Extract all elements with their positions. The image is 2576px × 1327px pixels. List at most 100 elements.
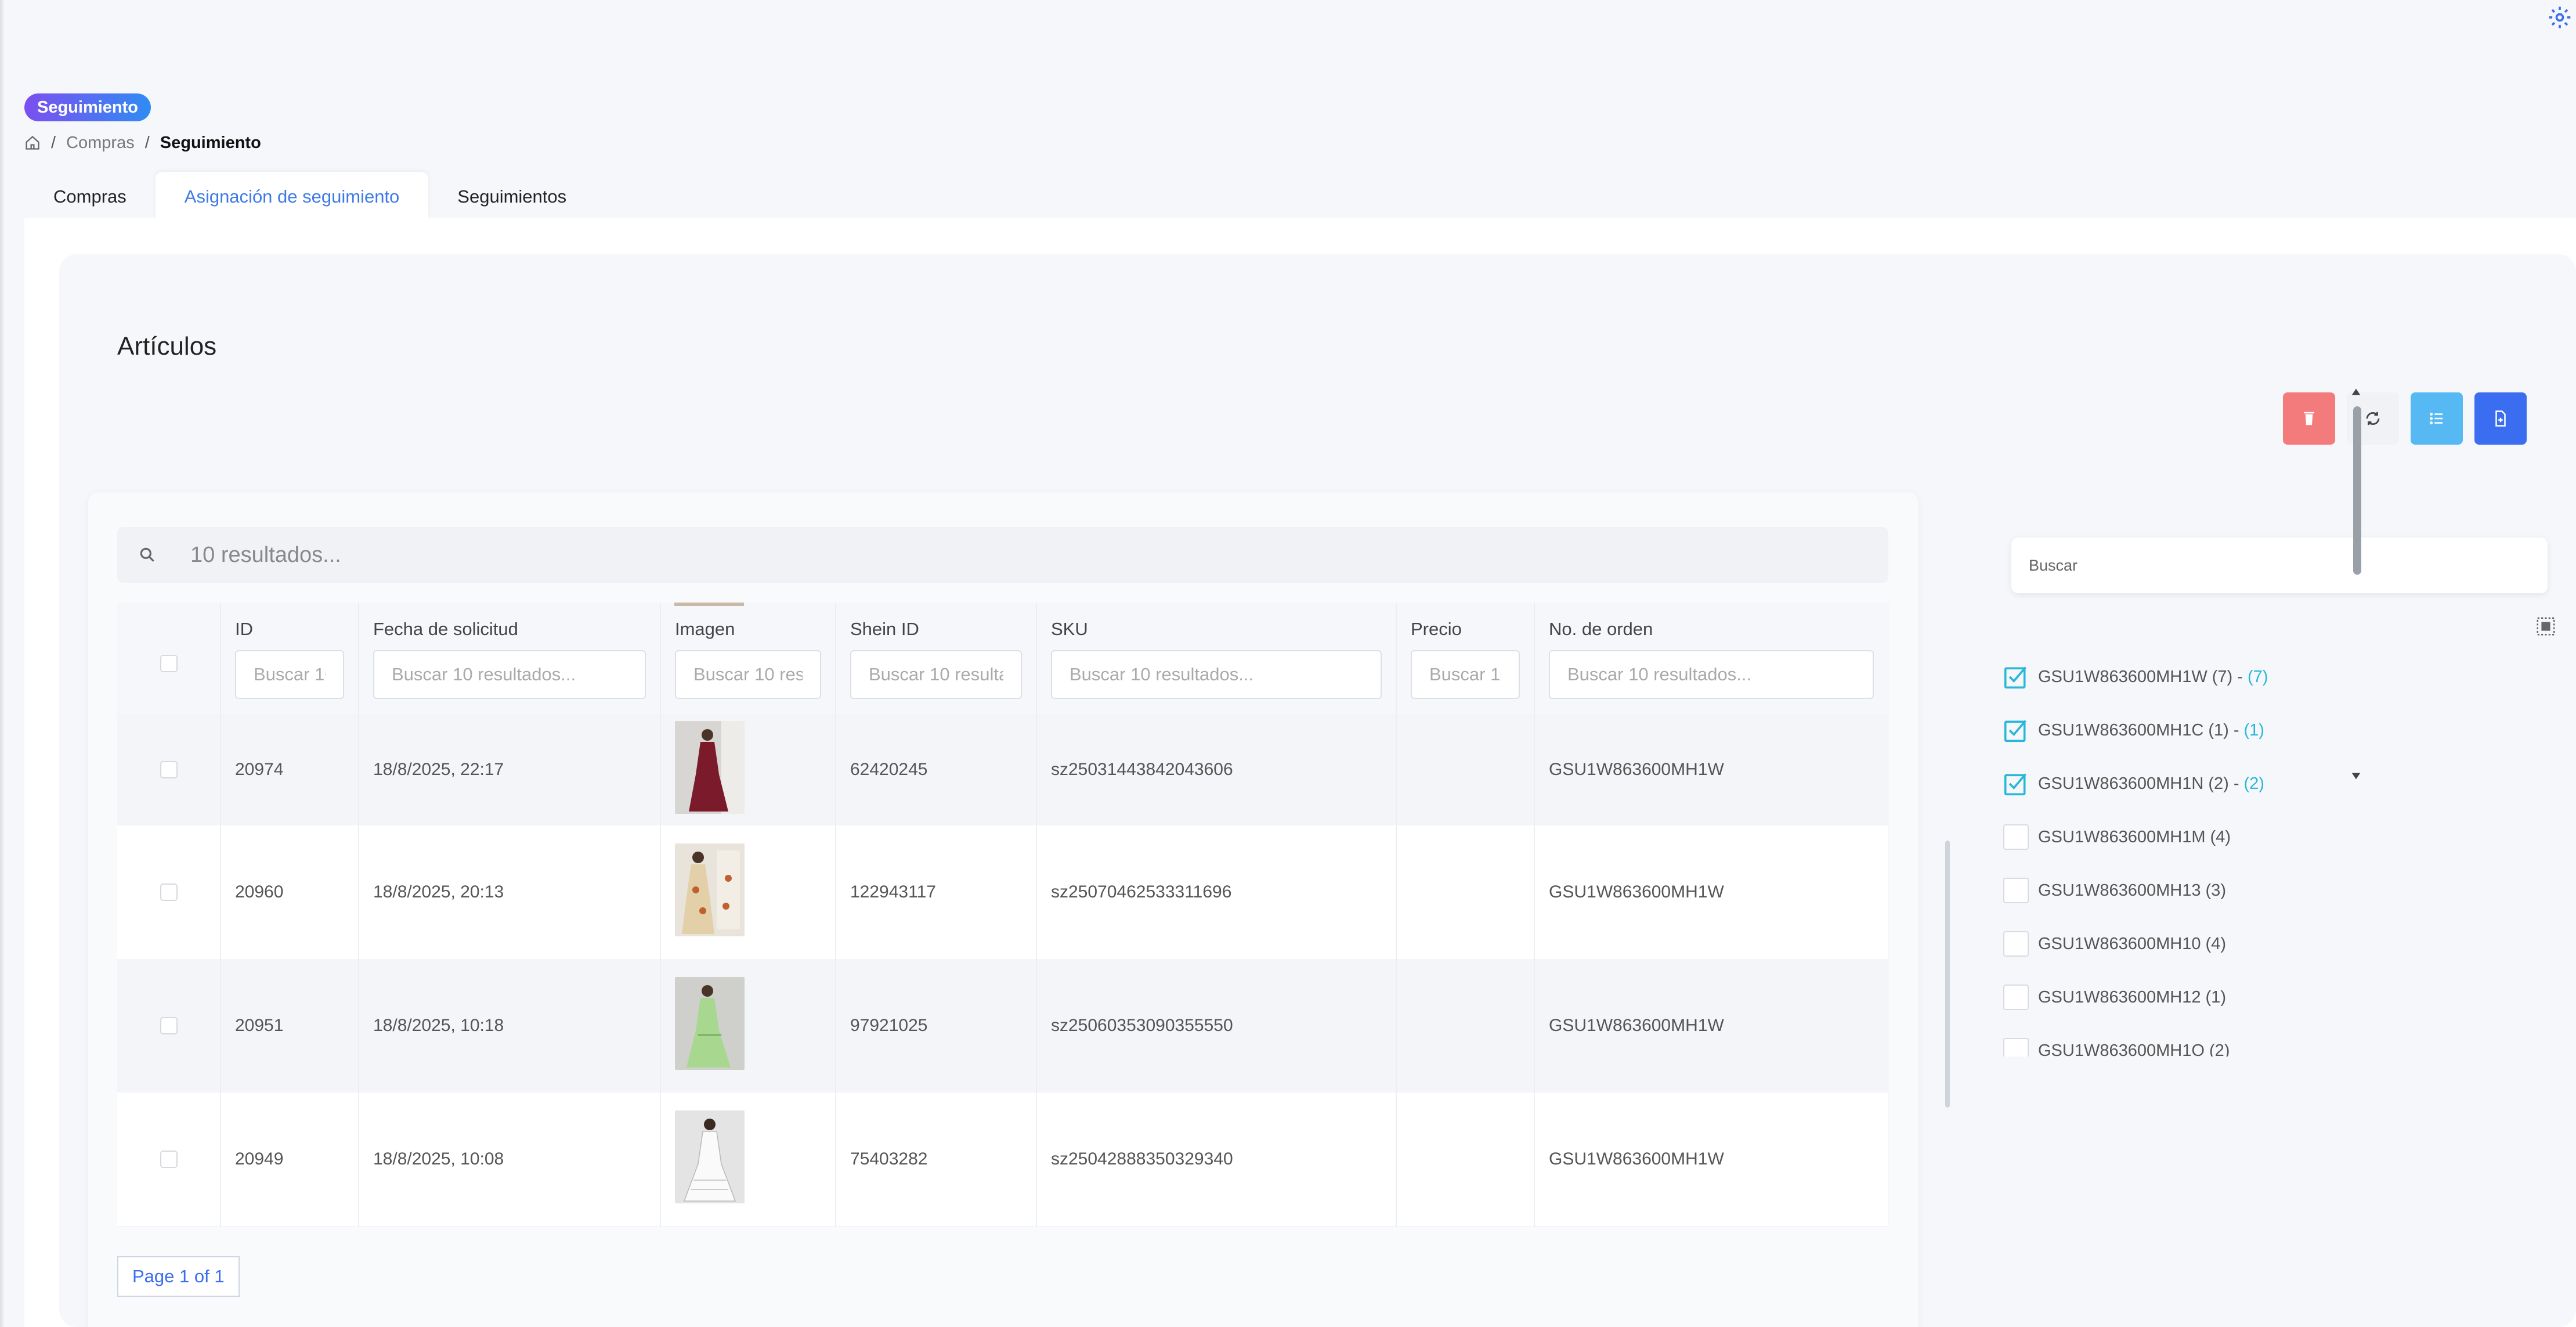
breadcrumb: / Compras / Seguimiento: [24, 131, 261, 154]
page-badge: Seguimiento: [24, 93, 151, 121]
product-thumbnail[interactable]: [675, 721, 745, 814]
order-list-scrollbar[interactable]: [2347, 387, 2365, 781]
tab-content: Artículos 10 resultados... ID Buscar 10 …: [24, 218, 2576, 1327]
product-thumbnail[interactable]: [675, 843, 745, 936]
row-checkbox[interactable]: [160, 1151, 178, 1168]
table-search-input[interactable]: [190, 542, 1815, 568]
header-price: Precio: [1396, 603, 1535, 714]
cell-sku: sz25031443842043606: [1036, 714, 1397, 825]
filter-order[interactable]: [1549, 650, 1874, 699]
checkbox[interactable]: [2003, 931, 2029, 957]
header-select: [117, 603, 221, 714]
cell-price: [1396, 959, 1535, 1092]
tab-asignacion-seguimiento[interactable]: Asignación de seguimiento: [155, 172, 429, 218]
home-icon[interactable]: [24, 135, 41, 151]
cell-price: [1396, 1092, 1535, 1226]
partial-thumbnail: [674, 603, 744, 606]
articles-card: Artículos 10 resultados... ID Buscar 10 …: [59, 254, 2576, 1327]
cell-id: 20949: [221, 1092, 359, 1226]
header-image: Imagen: [660, 603, 836, 714]
row-checkbox[interactable]: [160, 761, 178, 778]
table-row[interactable]: [117, 1226, 1888, 1227]
header-shein-id: Shein ID: [836, 603, 1037, 714]
list-item[interactable]: GSU1W863600MH10 (4): [2003, 917, 2226, 971]
list-item[interactable]: GSU1W863600MH1O (2): [2003, 1024, 2230, 1056]
checkbox[interactable]: [2003, 878, 2029, 903]
filter-id[interactable]: [235, 650, 344, 699]
cell-image: [660, 1092, 836, 1226]
checkbox-checked-icon[interactable]: [2003, 664, 2029, 690]
checkbox-checked-icon[interactable]: [2003, 717, 2029, 743]
articles-table: ID Fecha de solicitud Imagen Shein ID SK…: [117, 603, 1888, 1227]
scroll-down-icon[interactable]: [2351, 771, 2361, 781]
checkbox-checked-icon[interactable]: [2003, 771, 2029, 796]
header-id: ID: [221, 603, 359, 714]
checkbox[interactable]: [2003, 1038, 2029, 1056]
refresh-icon: [2366, 412, 2380, 425]
pagination-info[interactable]: Page 1 of 1: [117, 1256, 240, 1297]
cell-shein-id: 122943117: [836, 825, 1037, 959]
cell-date: 18/8/2025, 10:18: [359, 959, 661, 1092]
table-row[interactable]: 20951 18/8/2025, 10:18 97921025 sz250603…: [117, 959, 1888, 1092]
order-list-scrollbar-thumb[interactable]: [2353, 406, 2361, 575]
table-search: [117, 527, 1888, 583]
row-checkbox[interactable]: [160, 1017, 178, 1034]
window-edge: [0, 0, 5, 1327]
list-item[interactable]: GSU1W863600MH1M (4): [2003, 810, 2231, 864]
table-row[interactable]: 20960 18/8/2025, 20:13 122943117 sz25070…: [117, 825, 1888, 959]
cell-image: [660, 825, 836, 959]
cell-order: GSU1W863600MH1W: [1534, 959, 1888, 1092]
cell-price: [1396, 714, 1535, 825]
header-date: Fecha de solicitud: [359, 603, 661, 714]
list-button[interactable]: [2411, 392, 2463, 445]
product-thumbnail[interactable]: [675, 977, 745, 1070]
list-item[interactable]: GSU1W863600MH12 (1): [2003, 971, 2226, 1024]
cell-image: [660, 959, 836, 1092]
checkbox[interactable]: [2003, 824, 2029, 850]
row-checkbox[interactable]: [160, 884, 178, 901]
table-row[interactable]: 20974 18/8/2025, 22:17 62420245 sz250314…: [117, 714, 1888, 825]
cell-id: 20951: [221, 959, 359, 1092]
cell-sku: sz25042888350329340: [1036, 1092, 1397, 1226]
select-all-checkbox[interactable]: [160, 655, 178, 672]
table-scrollbar-thumb[interactable]: [1945, 841, 1950, 1108]
list-item[interactable]: GSU1W863600MH1W (7) - (7): [2003, 650, 2268, 704]
delete-button[interactable]: [2283, 392, 2335, 445]
filter-shein-id[interactable]: [850, 650, 1022, 699]
product-thumbnail[interactable]: [675, 1110, 745, 1203]
table-row[interactable]: 20949 18/8/2025, 10:08 75403282 sz250428…: [117, 1092, 1888, 1226]
breadcrumb-compras[interactable]: Compras: [66, 134, 135, 153]
table-header-row: ID Fecha de solicitud Imagen Shein ID SK…: [117, 603, 1888, 714]
cell-price: [1396, 825, 1535, 959]
checkbox[interactable]: [2003, 985, 2029, 1010]
filter-image[interactable]: [675, 650, 821, 699]
gear-icon[interactable]: [2547, 5, 2573, 30]
cell-image: [660, 714, 836, 825]
order-search-input[interactable]: [2011, 538, 2548, 593]
list-item[interactable]: GSU1W863600MH1C (1) - (1): [2003, 704, 2264, 757]
cell-date: 18/8/2025, 10:08: [359, 1092, 661, 1226]
breadcrumb-separator: /: [144, 133, 150, 152]
table-scrollbar[interactable]: [1945, 608, 1950, 1224]
select-all-icon[interactable]: [2535, 615, 2557, 637]
scroll-up-icon[interactable]: [2351, 387, 2361, 397]
card-title: Artículos: [117, 332, 217, 360]
articles-table-card: ID Fecha de solicitud Imagen Shein ID SK…: [88, 492, 1950, 1327]
cell-shein-id: 97921025: [836, 959, 1037, 1092]
tab-bar: Compras Asignación de seguimiento Seguim…: [24, 172, 595, 218]
filter-price[interactable]: [1411, 650, 1520, 699]
list-icon: [2430, 413, 2443, 424]
order-filter-panel: GSU1W863600MH1W (7) - (7) GSU1W863600MH1…: [1974, 492, 2555, 1327]
order-list: GSU1W863600MH1W (7) - (7) GSU1W863600MH1…: [2003, 650, 2560, 1056]
breadcrumb-separator: /: [51, 133, 56, 152]
filter-date[interactable]: [373, 650, 646, 699]
document-icon: [2495, 410, 2506, 427]
articles-grid: ID Fecha de solicitud Imagen Shein ID SK…: [117, 603, 1888, 1227]
list-item[interactable]: GSU1W863600MH13 (3): [2003, 864, 2226, 917]
tab-compras[interactable]: Compras: [24, 172, 156, 218]
export-button[interactable]: [2474, 392, 2527, 445]
tab-seguimientos[interactable]: Seguimientos: [428, 172, 595, 218]
filter-sku[interactable]: [1051, 650, 1382, 699]
list-item[interactable]: GSU1W863600MH1N (2) - (2): [2003, 757, 2264, 810]
cell-date: 18/8/2025, 22:17: [359, 714, 661, 825]
